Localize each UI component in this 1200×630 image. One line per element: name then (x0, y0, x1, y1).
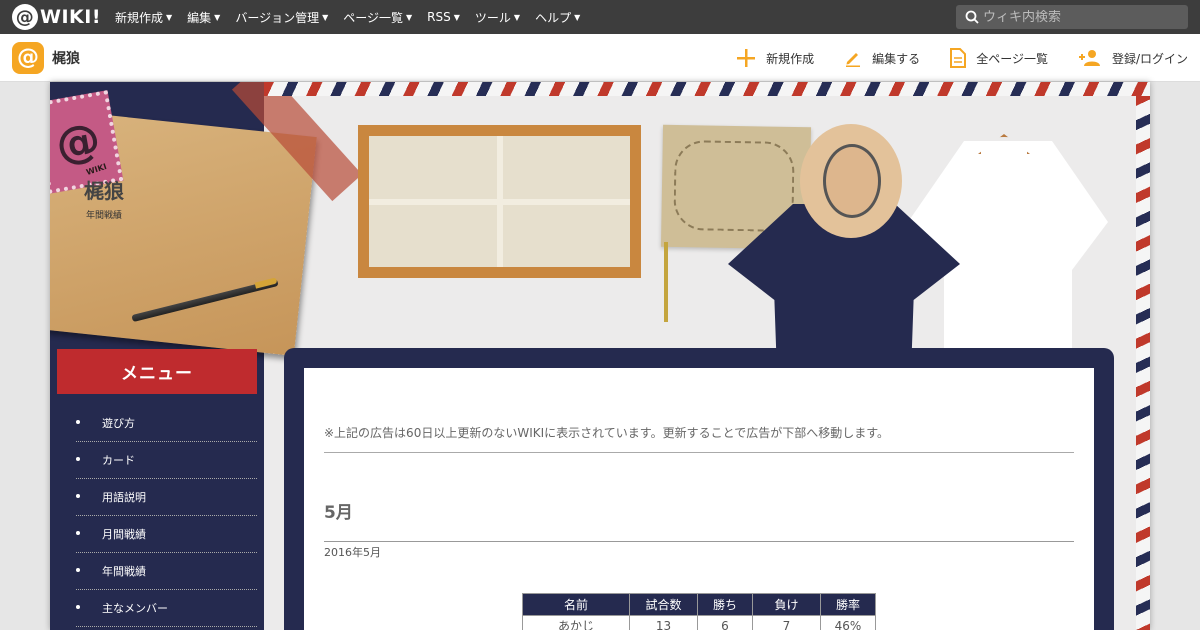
menu-rss[interactable]: RSS ▼ (427, 9, 460, 26)
ad-notice: ※上記の広告は60日以上更新のないWIKIに表示されています。更新することで広告… (324, 424, 1074, 453)
window-pane (502, 136, 630, 199)
caret-down-icon: ▼ (322, 12, 329, 22)
date-label: 2016年5月 (324, 546, 381, 559)
window-panes (365, 132, 634, 271)
site-logo-icon[interactable]: @ (12, 41, 44, 74)
top-menu: 新規作成 ▼ 編集 ▼ バージョン管理 ▼ ページ一覧 ▼ RSS ▼ ツール ▼ ヘルプ ▼ (115, 9, 595, 26)
search-input[interactable] (983, 9, 1178, 25)
bullet-icon (76, 457, 80, 461)
menu-pages[interactable]: ページ一覧 ▼ (343, 9, 412, 26)
key-illustration (664, 242, 668, 322)
bullet-icon (76, 420, 80, 424)
window-pane (369, 136, 497, 199)
pencil-icon (846, 53, 861, 67)
menu-new[interactable]: 新規作成 ▼ (115, 9, 172, 26)
all-pages-label: 全ページ一覧 (976, 51, 1048, 66)
sidebar-item-members[interactable]: 主なメンバー (76, 590, 257, 627)
window-pane (369, 204, 497, 267)
menu-pages-label: ページ一覧 (343, 10, 404, 25)
airmail-border-top (264, 82, 1150, 96)
caret-down-icon: ▼ (166, 12, 173, 22)
menu-help-label: ヘルプ (535, 10, 572, 25)
sidebar-item-how-to-play[interactable]: 遊び方 (76, 405, 257, 442)
sidebar-item-label: 月間戦績 (102, 528, 146, 541)
menu-heading: メニュー (57, 349, 257, 394)
table-row: あかじ 13 6 7 46% (522, 615, 876, 630)
top-navbar: @ WIKI! 新規作成 ▼ 編集 ▼ バージョン管理 ▼ ページ一覧 ▼ RSS ▼ ツ… (0, 0, 1200, 34)
search-icon[interactable] (961, 10, 983, 24)
table-header: 勝ち (697, 593, 753, 616)
hat-band (823, 144, 881, 218)
atwiki-logo[interactable]: @ WIKI! (12, 4, 101, 30)
document-icon (950, 48, 967, 68)
site-bar: @ 梶狼 新規作成 編集する 全ページ一覧 登録/ログイン (0, 34, 1200, 82)
table-header: 負け (752, 593, 821, 616)
site-actions: 新規作成 編集する 全ページ一覧 登録/ログイン (706, 34, 1188, 82)
search-box (956, 5, 1188, 29)
menu-tools[interactable]: ツール ▼ (475, 9, 520, 26)
sidebar-item-label: カード (102, 454, 135, 467)
bullet-icon (76, 531, 80, 535)
window-illustration (358, 125, 641, 278)
sidebar-item-label: 年間戦績 (102, 565, 146, 578)
site-subtitle: 年間戦績 (85, 211, 122, 221)
caret-down-icon: ▼ (406, 12, 413, 22)
menu-edit-label: 編集 (187, 10, 212, 25)
sidebar-item-label: 遊び方 (102, 417, 135, 430)
menu-edit[interactable]: 編集 ▼ (187, 9, 220, 26)
sidebar-item-label: 主なメンバー (102, 602, 168, 615)
all-pages-button[interactable]: 全ページ一覧 (950, 48, 1048, 68)
new-page-label: 新規作成 (766, 51, 815, 66)
sidebar-item-cards[interactable]: カード (76, 442, 257, 479)
new-page-button[interactable]: 新規作成 (736, 48, 814, 68)
table-header: 名前 (522, 593, 630, 616)
edit-label: 編集する (872, 51, 921, 66)
sidebar-item-glossary[interactable]: 用語説明 (76, 479, 257, 516)
stats-table: 名前 試合数 勝ち 負け 勝率 あかじ 13 6 7 46% (522, 593, 876, 630)
sidebar-menu: 遊び方 カード 用語説明 月間戦績 年間戦績 主なメンバー (76, 405, 257, 627)
plus-icon (737, 49, 756, 67)
menu-rss-label: RSS (427, 10, 451, 24)
bullet-icon (76, 494, 80, 498)
map-outline (673, 139, 795, 233)
caret-down-icon: ▼ (214, 12, 221, 22)
table-header: 試合数 (629, 593, 698, 616)
caret-down-icon: ▼ (453, 12, 460, 22)
table-cell: 6 (697, 615, 753, 630)
menu-new-label: 新規作成 (114, 10, 163, 25)
bullet-icon (76, 568, 80, 572)
table-cell: 13 (629, 615, 698, 630)
hat-illustration (800, 124, 902, 238)
caret-down-icon: ▼ (513, 12, 521, 22)
table-cell: 7 (752, 615, 821, 630)
table-header-row: 名前 試合数 勝ち 負け 勝率 (522, 593, 876, 616)
logo-text: WIKI! (40, 6, 101, 28)
site-title[interactable]: 梶狼 (64, 175, 144, 204)
site-name[interactable]: 梶狼 (52, 48, 80, 68)
caret-down-icon: ▼ (574, 12, 581, 22)
section-heading: 5月 (324, 498, 1074, 542)
login-label: 登録/ログイン (1111, 51, 1188, 66)
sidebar-item-label: 用語説明 (102, 491, 146, 504)
menu-version-label: バージョン管理 (235, 10, 320, 25)
main-content: ※上記の広告は60日以上更新のないWIKIに表示されています。更新することで広告… (304, 368, 1094, 630)
window-pane (502, 204, 630, 267)
menu-tools-label: ツール (474, 10, 511, 25)
table-cell: あかじ (522, 615, 630, 630)
table-header: 勝率 (820, 593, 876, 616)
sidebar: @ WIKI 梶狼 年間戦績 メニュー 遊び方 カード 用語説明 月間戦績 年間… (50, 82, 363, 630)
page-frame: @ WIKI 梶狼 年間戦績 メニュー 遊び方 カード 用語説明 月間戦績 年間… (50, 82, 1150, 630)
at-logo-icon: @ (12, 4, 38, 30)
bullet-icon (76, 605, 80, 609)
add-user-icon (1078, 50, 1100, 66)
login-button[interactable]: 登録/ログイン (1078, 49, 1188, 67)
menu-version[interactable]: バージョン管理 ▼ (235, 9, 328, 26)
menu-help[interactable]: ヘルプ ▼ (535, 9, 580, 26)
table-cell: 46% (820, 615, 876, 630)
edit-button[interactable]: 編集する (844, 49, 920, 67)
airmail-border-right (1136, 96, 1150, 630)
sidebar-item-monthly[interactable]: 月間戦績 (76, 516, 257, 553)
sidebar-item-yearly[interactable]: 年間戦績 (76, 553, 257, 590)
